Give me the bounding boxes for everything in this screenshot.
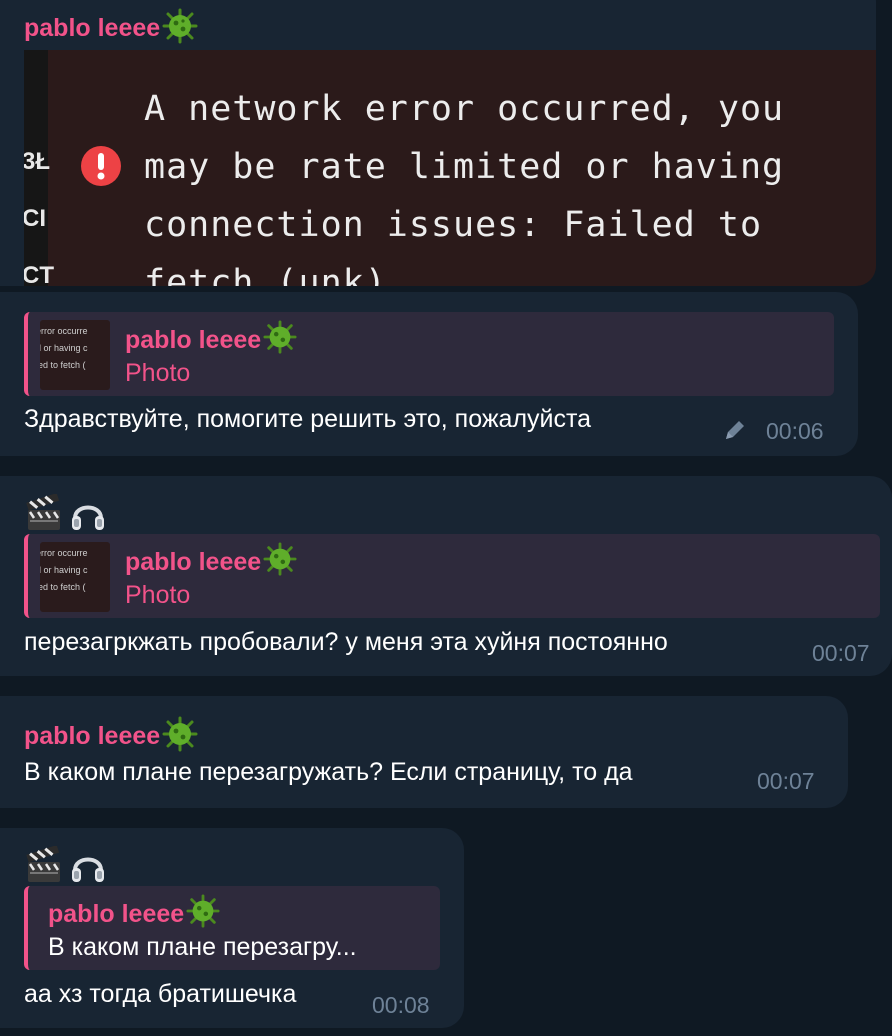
reply-quote[interactable]: error occurre d or having c led to fetch… <box>24 534 880 618</box>
message-text: В каком плане перезагружать? Если страни… <box>24 758 633 786</box>
message-text: перезагркжать пробовали? у меня эта хуйн… <box>24 628 668 656</box>
message-time: 00:08 <box>372 992 430 1018</box>
headphones-icon <box>72 857 104 882</box>
message-bubble[interactable]: error occurre d or having c led to fetch… <box>0 292 858 456</box>
reply-sender-name: pablo leeee <box>125 548 262 576</box>
message-time: 00:07 <box>812 640 870 666</box>
message-bubble[interactable]: pablo leeee В каком плане перезагружать?… <box>0 696 848 808</box>
reply-subtitle: Photo <box>125 581 191 609</box>
clapperboard-icon <box>26 846 60 882</box>
headphones-icon <box>72 505 104 530</box>
side-fragment: CI <box>24 205 46 232</box>
photo-side-strip: 3Ł CI CT <box>24 50 54 286</box>
virus-icon <box>263 542 297 583</box>
thumb-text: error occurre <box>40 548 88 558</box>
message-bubble-photo[interactable]: pablo leeee 3Ł CI CT A network error occ <box>0 0 876 286</box>
message-bubble[interactable]: error occurre d or having c led to fetch… <box>0 476 892 676</box>
error-message-text: A network error occurred, you may be rat… <box>144 89 785 286</box>
message-bubble[interactable]: pablo leeee В каком плане перезагру... а… <box>0 828 464 1028</box>
sender-row: pablo leeee <box>24 716 198 757</box>
virus-icon <box>162 8 198 49</box>
message-time: 00:06 <box>766 418 824 444</box>
sender-row: pablo leeee <box>24 8 198 49</box>
error-screenshot-photo[interactable]: 3Ł CI CT A network error occurred, you m… <box>24 50 876 286</box>
thumb-text: led to fetch ( <box>40 360 86 370</box>
sender-name[interactable]: pablo leeee <box>24 722 160 751</box>
side-fragment: CT <box>24 262 54 286</box>
error-icon <box>81 146 121 186</box>
virus-icon <box>186 894 220 935</box>
emoji-row <box>24 494 108 534</box>
reply-sender: pablo leeee <box>125 320 297 361</box>
thumb-text: d or having c <box>40 565 88 575</box>
sender-name[interactable]: pablo leeee <box>24 14 160 43</box>
reply-sender: pablo leeee <box>48 894 220 935</box>
reply-subtitle: В каком плане перезагру... <box>48 933 357 961</box>
thumb-text: error occurre <box>40 326 88 336</box>
virus-icon <box>263 320 297 361</box>
reply-subtitle: Photo <box>125 359 191 387</box>
message-time: 00:07 <box>757 768 815 794</box>
reply-quote[interactable]: error occurre d or having c led to fetch… <box>24 312 834 396</box>
reply-sender-name: pablo leeee <box>48 900 185 928</box>
side-fragment: 3Ł <box>24 148 51 175</box>
message-text: Здравствуйте, помогите решить это, пожал… <box>24 405 592 433</box>
reply-thumbnail: error occurre d or having c led to fetch… <box>40 320 110 390</box>
reply-sender: pablo leeee <box>125 542 297 583</box>
message-text: аа хз тогда братишечка <box>24 980 297 1008</box>
emoji-row <box>24 846 108 886</box>
reply-quote[interactable]: pablo leeee В каком плане перезагру... <box>24 886 440 970</box>
reply-thumbnail: error occurre d or having c led to fetch… <box>40 542 110 612</box>
reply-sender-name: pablo leeee <box>125 326 262 354</box>
thumb-text: led to fetch ( <box>40 582 86 592</box>
virus-icon <box>162 716 198 757</box>
thumb-text: d or having c <box>40 343 88 353</box>
pencil-icon <box>726 421 744 439</box>
clapperboard-icon <box>26 494 60 530</box>
